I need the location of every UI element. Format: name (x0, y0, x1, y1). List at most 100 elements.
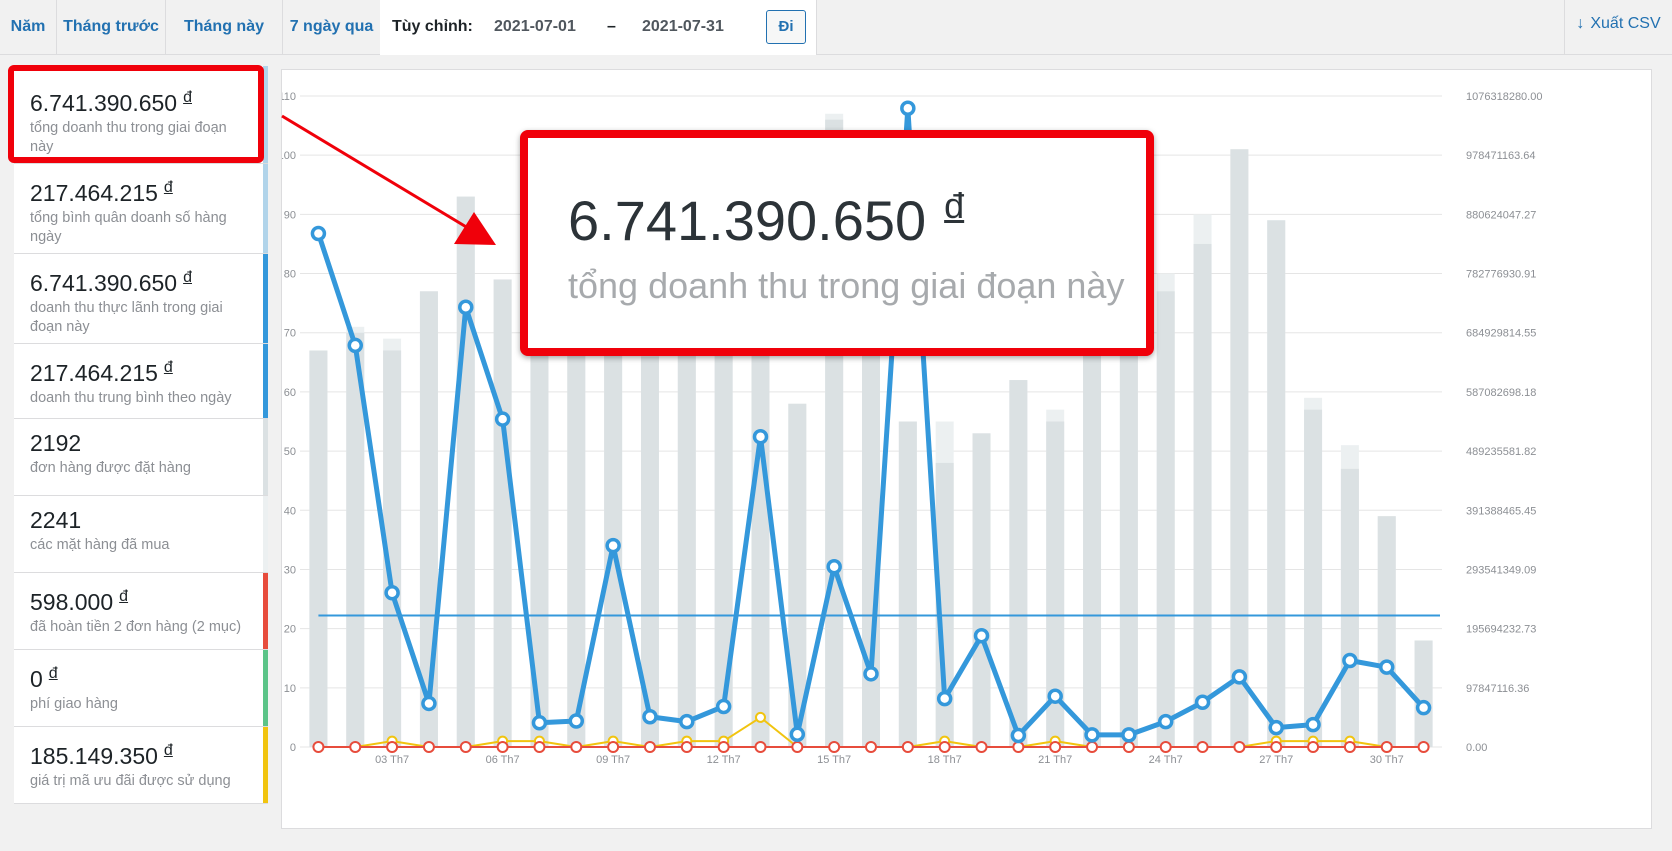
tab-last-7-days[interactable]: 7 ngày qua (283, 0, 381, 54)
x-axis-tick-label: 24 Th7 (1149, 754, 1183, 766)
x-axis-tick-label: 03 Th7 (375, 754, 409, 766)
legend-item[interactable]: 0 đ phí giao hàng (14, 650, 268, 727)
legend-color-bar (263, 254, 268, 343)
start-date-input[interactable]: 2021-07-01 (494, 0, 576, 54)
bar-orders (1267, 220, 1286, 748)
right-axis-tick-label: 880624047.27 (1466, 209, 1536, 221)
net-sales-point (715, 698, 732, 715)
export-csv-button[interactable]: ↓ Xuất CSV (1564, 0, 1672, 54)
range-tab-bar: Năm Tháng trước Tháng này 7 ngày qua Tùy… (0, 0, 1672, 55)
currency-symbol: đ (163, 359, 173, 376)
refund-point (1417, 741, 1430, 753)
tab-this-month[interactable]: Tháng này (166, 0, 283, 54)
left-axis-tick-label: 90 (284, 209, 296, 221)
net-sales-point (458, 299, 474, 316)
bar-orders (677, 297, 696, 747)
legend-item[interactable]: 2241 các mặt hàng đã mua (14, 496, 268, 573)
left-axis-tick-label: 20 (284, 624, 296, 636)
left-axis-tick-label: 110 (282, 91, 296, 103)
refund-point (607, 741, 620, 753)
refund-point (312, 741, 325, 753)
refund-point (1196, 741, 1209, 753)
right-axis-tick-label: 391388465.45 (1466, 505, 1536, 517)
bar-orders (1340, 468, 1359, 747)
highlight-frame (8, 65, 264, 163)
left-axis-tick-label: 10 (284, 683, 296, 695)
legend-item[interactable]: 6.741.390.650 đ doanh thu thực lãnh trong … (14, 254, 268, 344)
net-sales-point (826, 559, 842, 575)
refund-point (570, 741, 583, 753)
legend-item[interactable]: 2192 đơn hàng được đặt hàng (14, 419, 268, 496)
bar-orders (1414, 640, 1433, 747)
legend-value: 217.464.215 đ (30, 359, 173, 386)
refund-point (422, 741, 435, 753)
bar-orders (972, 433, 991, 747)
bar-orders (493, 279, 512, 747)
currency-symbol: đ (163, 179, 173, 196)
legend-value: 2241 (30, 507, 82, 533)
zoom-callout-value: 6.741.390.650 đ (568, 185, 965, 252)
refund-point (496, 741, 509, 753)
legend-item[interactable]: 217.464.215 đ tổng bình quân doanh số hàng… (14, 164, 268, 254)
net-sales-point (347, 337, 364, 354)
x-axis-tick-label: 06 Th7 (486, 754, 520, 766)
left-axis-tick-label: 40 (284, 505, 296, 517)
x-axis-tick-label: 09 Th7 (596, 754, 630, 766)
bar-orders (1377, 516, 1396, 747)
right-axis-tick-label: 489235581.82 (1466, 446, 1536, 458)
end-date-input[interactable]: 2021-07-31 (642, 0, 724, 54)
tab-custom-range: Tùy chỉnh: 2021-07-01 – 2021-07-31 Đi (380, 0, 817, 55)
zoom-callout: 6.741.390.650 đ tổng doanh thu trong giai… (520, 130, 1154, 356)
left-axis-tick-label: 50 (284, 446, 296, 458)
legend-item[interactable]: 185.149.350 đ giá trị mã ưu đãi được sử dụ… (14, 727, 268, 804)
net-sales-point (1231, 669, 1248, 685)
legend-value: 6.741.390.650 đ (30, 269, 192, 296)
bar-orders (456, 196, 475, 747)
zoom-callout-description: tổng doanh thu trong giai đoạn này (568, 265, 1125, 306)
right-axis-tick-label: 97847116.36 (1466, 683, 1529, 695)
net-sales-point (1194, 694, 1211, 710)
refund-point (1343, 741, 1356, 753)
net-sales-point (1084, 727, 1100, 743)
left-axis-tick-label: 30 (284, 564, 296, 576)
tab-year[interactable]: Năm (0, 0, 57, 54)
net-sales-point (605, 537, 621, 554)
net-sales-point (1415, 699, 1432, 716)
legend-item[interactable]: 217.464.215 đ doanh thu trung bình theo ng… (14, 344, 268, 419)
currency-symbol: đ (183, 269, 192, 286)
net-sales-point (863, 666, 879, 682)
bar-orders (714, 326, 733, 747)
legend-value: 2192 (30, 430, 82, 456)
x-axis-tick-label: 15 Th7 (817, 754, 851, 766)
net-sales-point (679, 713, 695, 730)
left-axis-tick-label: 0 (290, 742, 296, 754)
legend-value: 185.149.350 đ (30, 742, 173, 769)
left-axis-tick-label: 60 (284, 387, 296, 399)
tab-last-month[interactable]: Tháng trước (57, 0, 166, 54)
go-button[interactable]: Đi (766, 10, 806, 44)
x-axis-tick-label: 30 Th7 (1370, 754, 1404, 766)
right-axis-tick-label: 684929814.55 (1466, 328, 1536, 340)
net-sales-point (1342, 652, 1358, 669)
x-axis-tick-label: 21 Th7 (1038, 754, 1072, 766)
refund-point (1270, 741, 1283, 753)
bar-orders (1230, 149, 1249, 747)
legend-item[interactable]: 598.000 đ đã hoàn tiền 2 đơn hàng (2 mục) (14, 573, 268, 650)
bar-orders (1193, 243, 1212, 748)
download-arrow-icon: ↓ (1576, 15, 1585, 32)
refund-point (1233, 741, 1246, 753)
net-sales-point (310, 225, 327, 242)
net-sales-point (1378, 659, 1395, 675)
net-sales-point (900, 100, 916, 117)
refund-point (1122, 741, 1135, 753)
legend-description: doanh thu thực lãnh trong giai đoạn này (30, 300, 223, 335)
x-axis-tick-label: 18 Th7 (928, 754, 962, 766)
net-sales-point (1121, 727, 1137, 743)
net-sales-point (1157, 713, 1174, 730)
refund-point (791, 741, 804, 753)
bar-orders (309, 350, 328, 747)
currency-symbol: đ (119, 588, 129, 605)
legend-description: tổng bình quân doanh số hàng ngày (30, 210, 227, 245)
bar-orders (1083, 344, 1102, 747)
net-sales-point (973, 627, 990, 644)
